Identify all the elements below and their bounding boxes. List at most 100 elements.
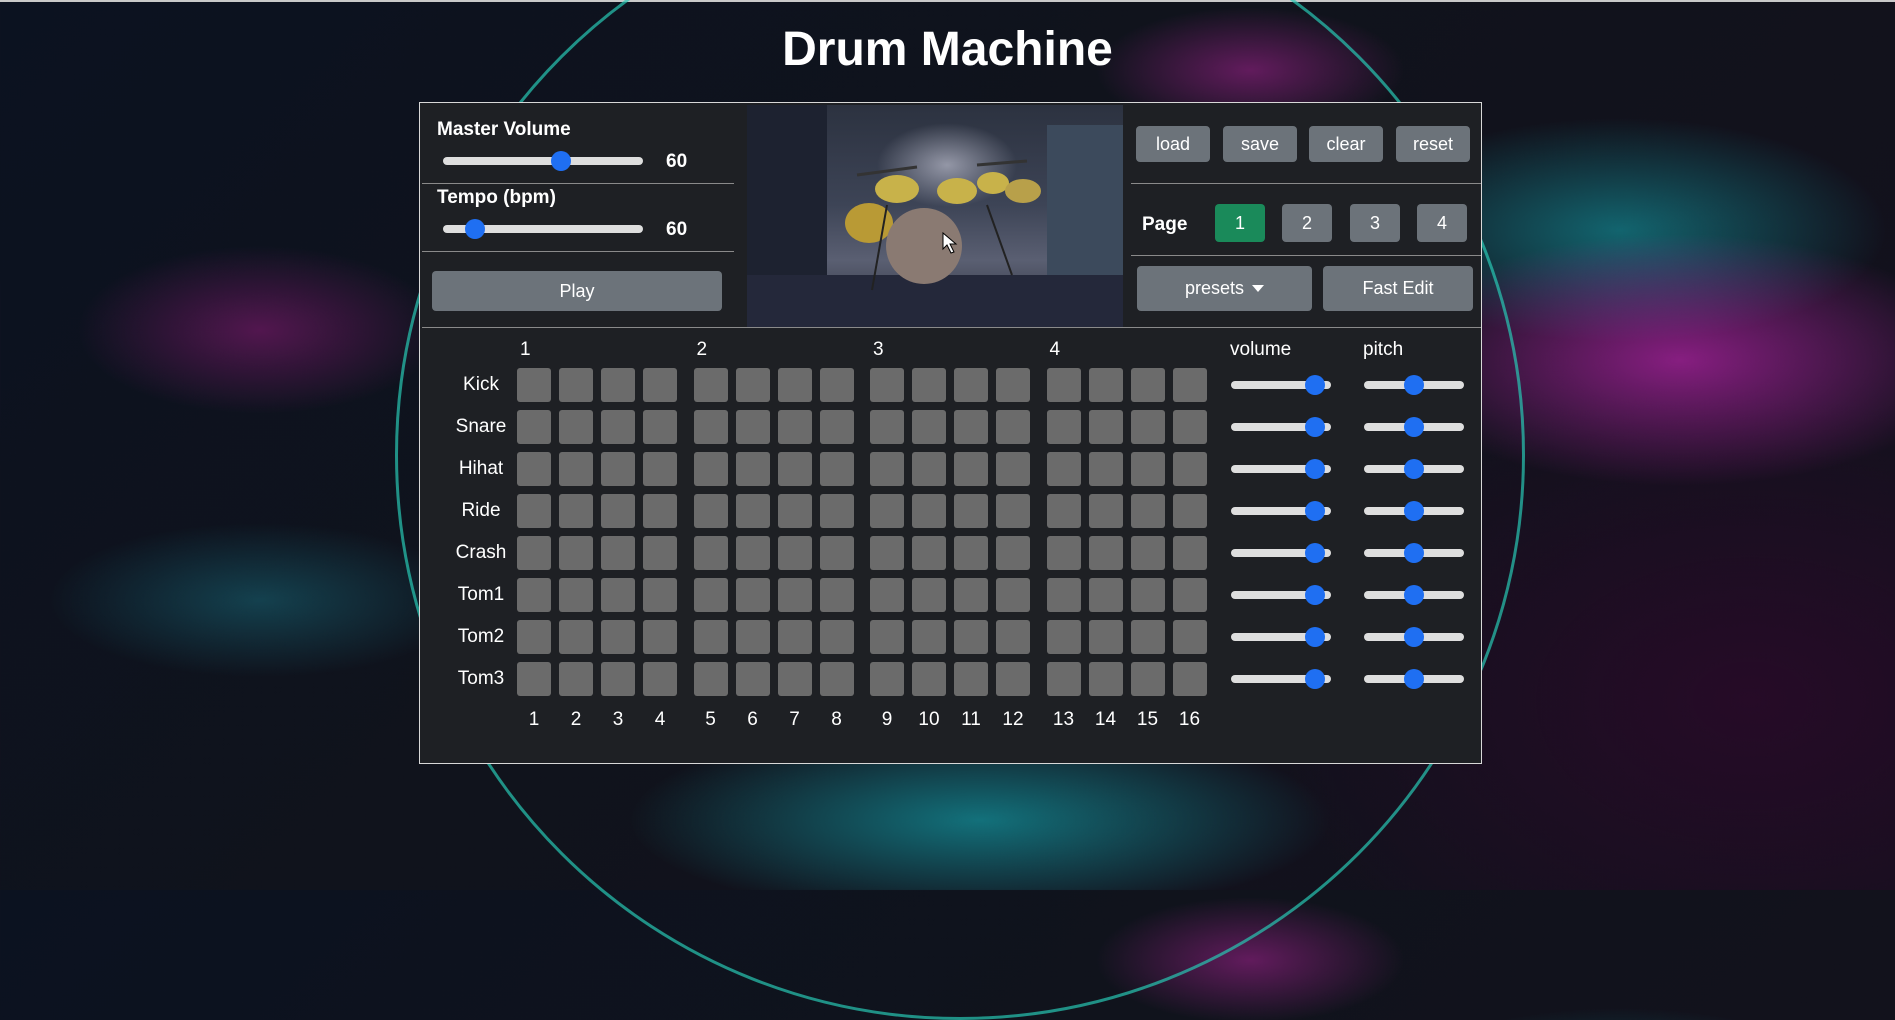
track-volume-slider-thumb[interactable] [1304, 585, 1325, 605]
step-pad[interactable] [996, 368, 1030, 402]
step-pad[interactable] [912, 536, 946, 570]
track-pitch-slider-thumb[interactable] [1404, 501, 1424, 521]
step-pad[interactable] [601, 620, 635, 654]
step-pad[interactable] [735, 410, 770, 444]
page-1-button[interactable]: 1 [1215, 204, 1265, 242]
step-pad[interactable] [517, 452, 551, 486]
step-pad[interactable] [954, 368, 988, 402]
step-pad[interactable] [1046, 368, 1081, 402]
track-pitch-slider-thumb[interactable] [1404, 669, 1424, 689]
step-pad[interactable] [1088, 536, 1123, 570]
track-volume-slider-thumb[interactable] [1304, 459, 1325, 479]
track-pitch-slider-thumb[interactable] [1404, 543, 1424, 563]
step-pad[interactable] [954, 536, 988, 570]
step-pad[interactable] [643, 578, 677, 612]
step-pad[interactable] [559, 662, 593, 696]
step-pad[interactable] [912, 578, 946, 612]
step-pad[interactable] [1088, 368, 1123, 402]
step-pad[interactable] [517, 578, 551, 612]
step-pad[interactable] [777, 368, 812, 402]
step-pad[interactable] [777, 452, 812, 486]
step-pad[interactable] [1046, 452, 1081, 486]
step-pad[interactable] [819, 452, 854, 486]
step-pad[interactable] [517, 620, 551, 654]
clear-button[interactable]: clear [1309, 126, 1383, 162]
step-pad[interactable] [559, 368, 593, 402]
step-pad[interactable] [870, 578, 904, 612]
step-pad[interactable] [735, 452, 770, 486]
step-pad[interactable] [870, 662, 904, 696]
track-pitch-slider-thumb[interactable] [1404, 375, 1424, 395]
step-pad[interactable] [1172, 578, 1207, 612]
step-pad[interactable] [954, 452, 988, 486]
page-4-button[interactable]: 4 [1417, 204, 1467, 242]
step-pad[interactable] [1172, 410, 1207, 444]
step-pad[interactable] [643, 452, 677, 486]
step-pad[interactable] [996, 662, 1030, 696]
step-pad[interactable] [517, 662, 551, 696]
step-pad[interactable] [954, 662, 988, 696]
step-pad[interactable] [559, 536, 593, 570]
step-pad[interactable] [1172, 536, 1207, 570]
step-pad[interactable] [517, 410, 551, 444]
step-pad[interactable] [643, 662, 677, 696]
step-pad[interactable] [601, 536, 635, 570]
step-pad[interactable] [643, 494, 677, 528]
step-pad[interactable] [777, 494, 812, 528]
step-pad[interactable] [819, 662, 854, 696]
step-pad[interactable] [1130, 620, 1165, 654]
save-button[interactable]: save [1223, 126, 1297, 162]
step-pad[interactable] [643, 410, 677, 444]
step-pad[interactable] [1130, 536, 1165, 570]
step-pad[interactable] [1130, 410, 1165, 444]
step-pad[interactable] [735, 368, 770, 402]
step-pad[interactable] [1046, 536, 1081, 570]
page-3-button[interactable]: 3 [1350, 204, 1400, 242]
step-pad[interactable] [996, 452, 1030, 486]
step-pad[interactable] [819, 410, 854, 444]
step-pad[interactable] [693, 578, 728, 612]
step-pad[interactable] [819, 368, 854, 402]
step-pad[interactable] [693, 620, 728, 654]
step-pad[interactable] [912, 494, 946, 528]
step-pad[interactable] [559, 410, 593, 444]
step-pad[interactable] [643, 536, 677, 570]
step-pad[interactable] [735, 662, 770, 696]
step-pad[interactable] [870, 620, 904, 654]
step-pad[interactable] [912, 368, 946, 402]
track-volume-slider-thumb[interactable] [1304, 669, 1325, 689]
step-pad[interactable] [1088, 494, 1123, 528]
step-pad[interactable] [601, 494, 635, 528]
step-pad[interactable] [954, 494, 988, 528]
step-pad[interactable] [1088, 578, 1123, 612]
step-pad[interactable] [1088, 662, 1123, 696]
step-pad[interactable] [1172, 452, 1207, 486]
step-pad[interactable] [1130, 662, 1165, 696]
step-pad[interactable] [996, 494, 1030, 528]
step-pad[interactable] [777, 662, 812, 696]
track-volume-slider-thumb[interactable] [1304, 501, 1325, 521]
step-pad[interactable] [735, 620, 770, 654]
track-volume-slider-thumb[interactable] [1304, 627, 1325, 647]
step-pad[interactable] [1046, 410, 1081, 444]
track-pitch-slider-thumb[interactable] [1404, 627, 1424, 647]
master-volume-slider[interactable] [443, 157, 643, 165]
step-pad[interactable] [517, 494, 551, 528]
track-volume-slider-thumb[interactable] [1304, 543, 1325, 563]
track-pitch-slider-thumb[interactable] [1404, 459, 1424, 479]
step-pad[interactable] [870, 410, 904, 444]
step-pad[interactable] [777, 410, 812, 444]
fast-edit-button[interactable]: Fast Edit [1323, 266, 1473, 311]
step-pad[interactable] [996, 536, 1030, 570]
step-pad[interactable] [693, 536, 728, 570]
master-volume-slider-thumb[interactable] [551, 151, 571, 171]
step-pad[interactable] [1046, 578, 1081, 612]
step-pad[interactable] [735, 494, 770, 528]
step-pad[interactable] [777, 578, 812, 612]
step-pad[interactable] [643, 620, 677, 654]
step-pad[interactable] [1088, 620, 1123, 654]
step-pad[interactable] [1130, 494, 1165, 528]
step-pad[interactable] [912, 662, 946, 696]
step-pad[interactable] [912, 620, 946, 654]
step-pad[interactable] [870, 452, 904, 486]
